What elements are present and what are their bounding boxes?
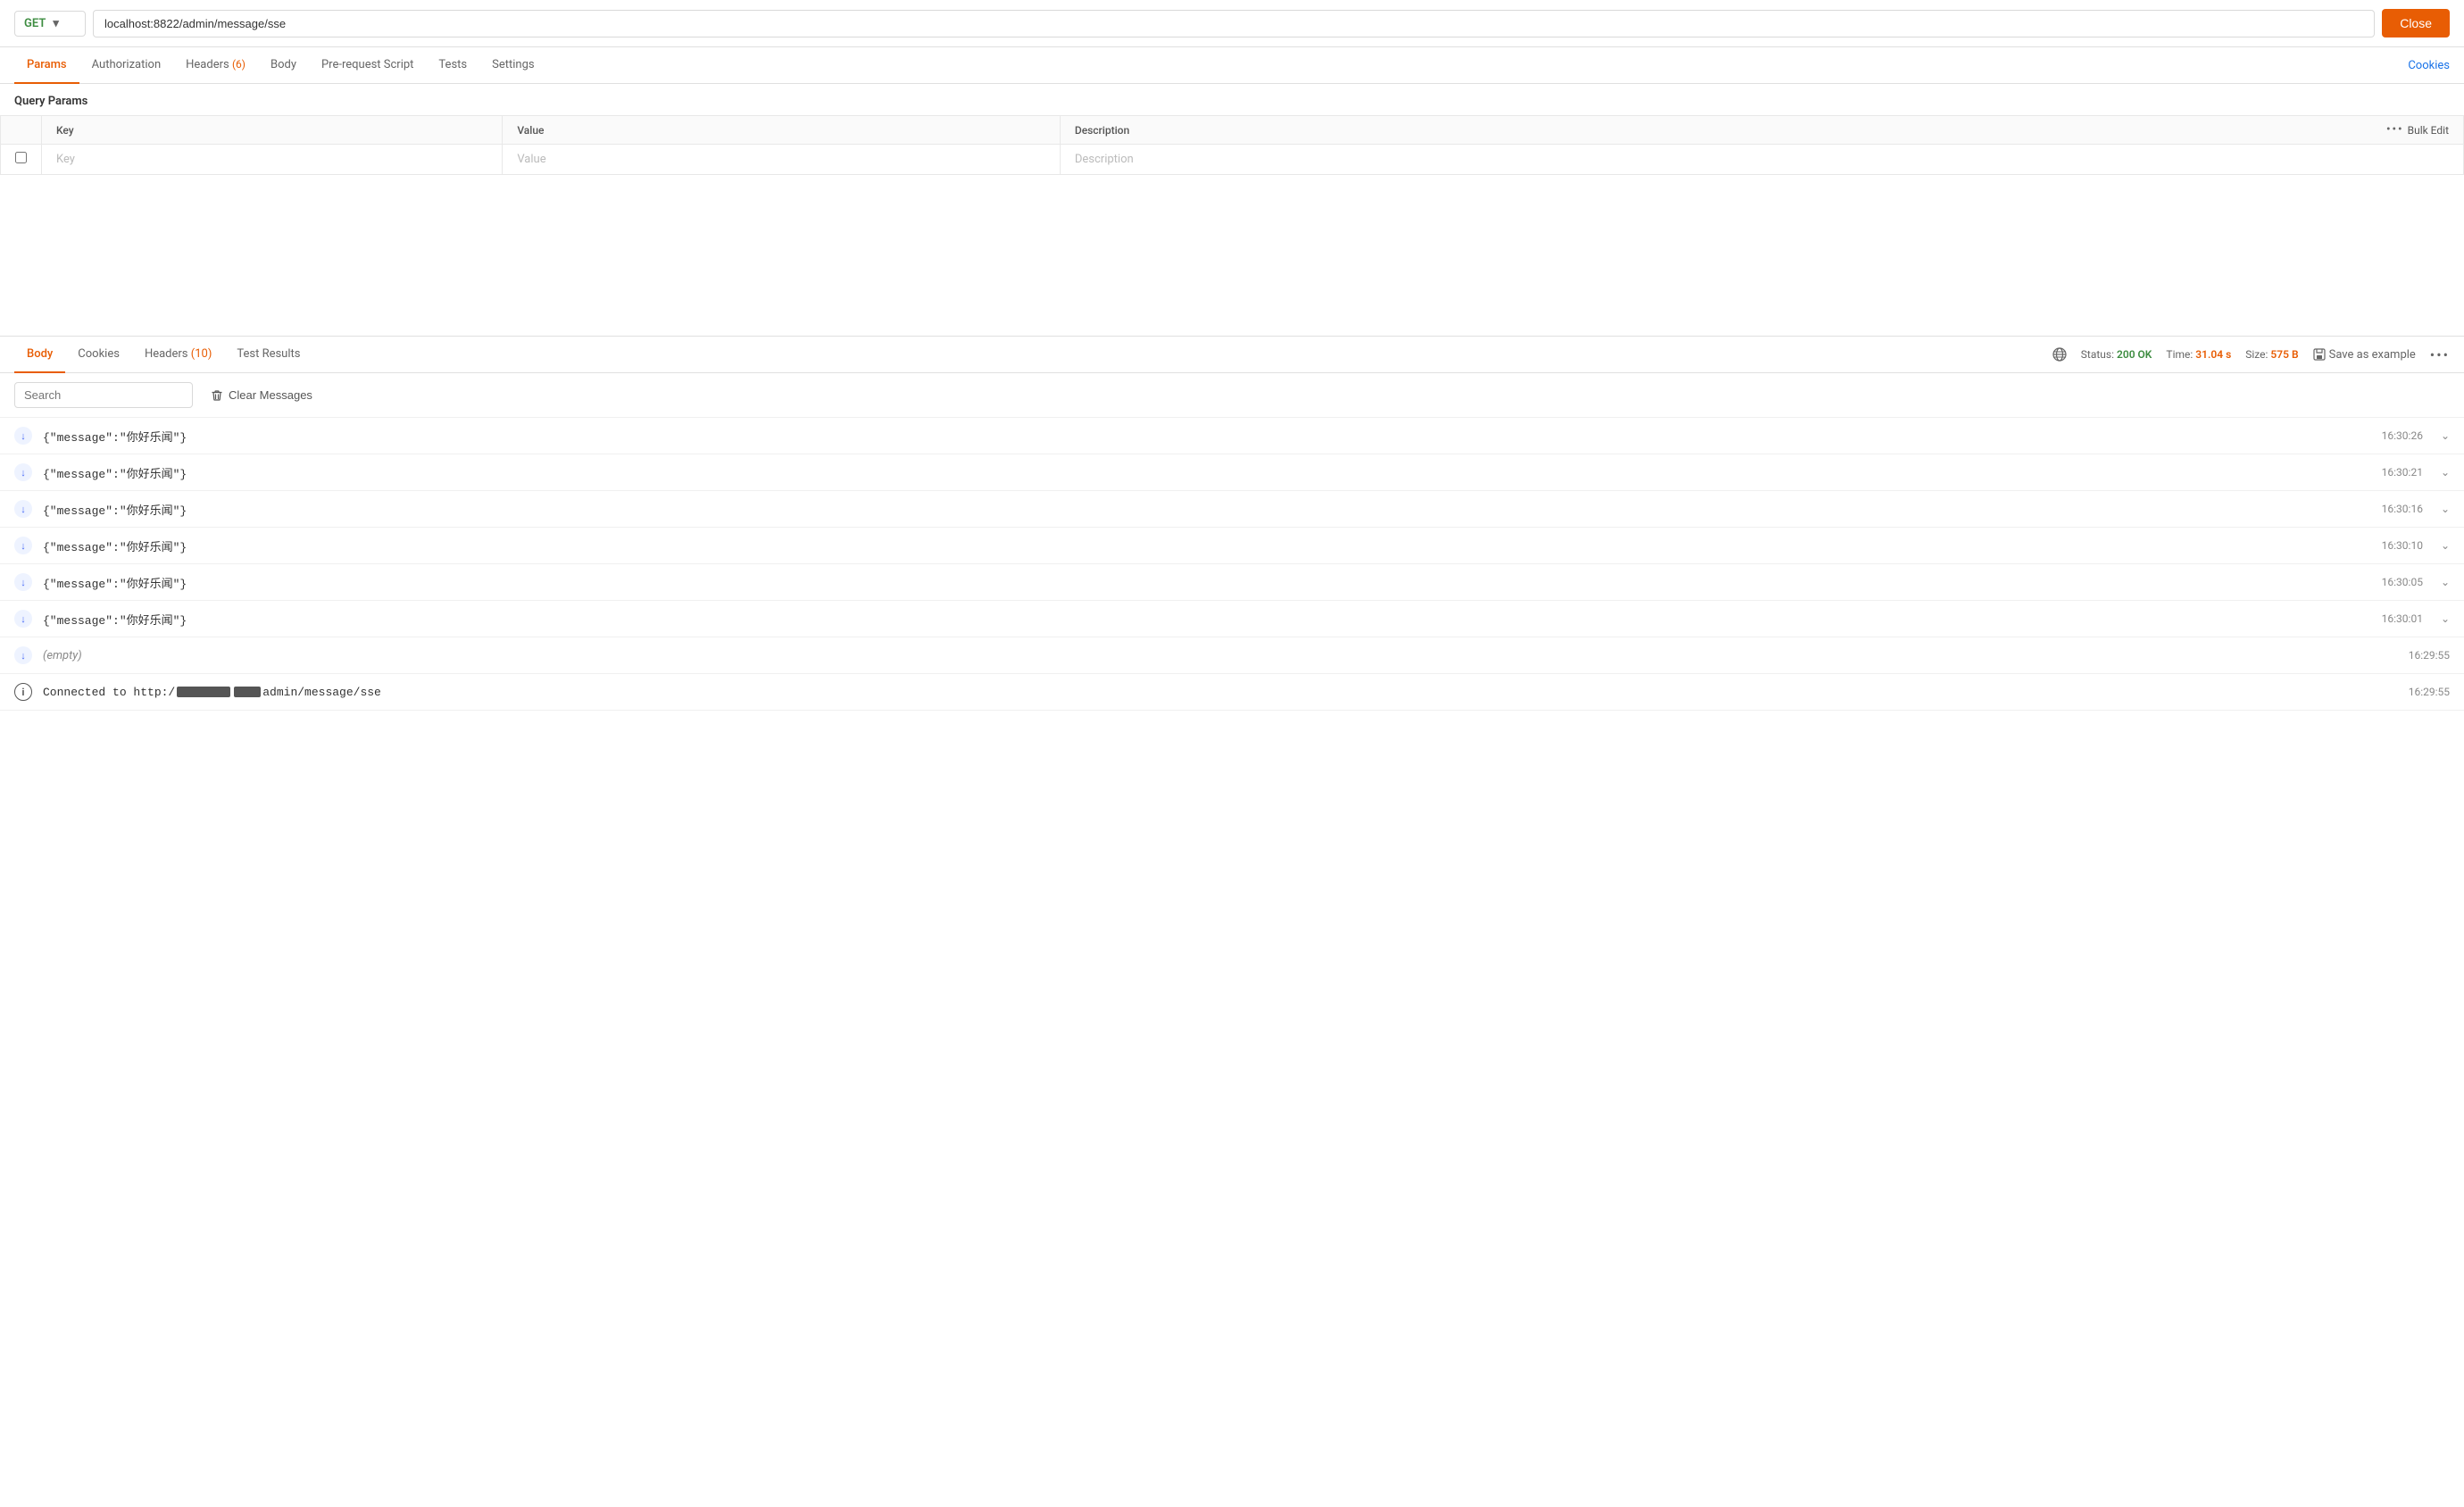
message-time: 16:30:05 [2382, 576, 2423, 588]
tab-headers[interactable]: Headers (6) [173, 47, 258, 84]
more-options-button[interactable]: ••• [2430, 346, 2450, 363]
key-input-cell[interactable]: Key [42, 145, 503, 175]
trash-icon [211, 389, 223, 402]
params-placeholder-row: Key Value Description [1, 145, 2464, 175]
expand-icon[interactable]: ⌄ [2441, 612, 2450, 625]
message-content: {"message":"你好乐闻"} [43, 537, 2371, 554]
status-label: Status: 200 OK [2081, 348, 2152, 361]
arrow-down-icon: ↓ [14, 573, 32, 591]
message-time: 16:30:21 [2382, 466, 2423, 479]
message-row: ↓ (empty) 16:29:55 [0, 637, 2464, 674]
url-input[interactable] [93, 10, 2375, 37]
response-tab-cookies[interactable]: Cookies [65, 337, 132, 373]
key-col-header: Key [42, 116, 503, 145]
tab-params[interactable]: Params [14, 47, 79, 84]
top-bar: GET ▾ Close [0, 0, 2464, 47]
time-label: Time: 31.04 s [2166, 348, 2231, 361]
expand-icon[interactable]: ⌄ [2441, 539, 2450, 552]
method-selector[interactable]: GET ▾ [14, 11, 86, 37]
search-input[interactable] [14, 382, 193, 408]
close-button[interactable]: Close [2382, 9, 2450, 37]
message-content: {"message":"你好乐闻"} [43, 464, 2371, 481]
message-row: ↓ {"message":"你好乐闻"} 16:30:01 ⌄ [0, 601, 2464, 637]
more-icon: ••• [2386, 123, 2404, 137]
message-row: ↓ {"message":"你好乐闻"} 16:30:26 ⌄ [0, 418, 2464, 454]
sse-controls: Clear Messages [0, 373, 2464, 418]
message-time: 16:30:26 [2382, 429, 2423, 442]
expand-icon[interactable]: ⌄ [2441, 503, 2450, 515]
globe-icon [2052, 347, 2067, 362]
response-meta: Status: 200 OK Time: 31.04 s Size: 575 B… [2052, 346, 2450, 363]
description-input-cell[interactable]: Description [1060, 145, 2463, 175]
response-tab-body[interactable]: Body [14, 337, 65, 373]
method-label: GET [24, 17, 46, 30]
message-content: {"message":"你好乐闻"} [43, 574, 2371, 591]
request-tabs: Params Authorization Headers (6) Body Pr… [0, 47, 2464, 84]
message-list: ↓ {"message":"你好乐闻"} 16:30:26 ⌄ ↓ {"mess… [0, 418, 2464, 711]
response-tabs: Body Cookies Headers (10) Test Results S… [0, 337, 2464, 373]
save-icon [2313, 348, 2326, 361]
expand-icon[interactable]: ⌄ [2441, 466, 2450, 479]
tab-body[interactable]: Body [258, 47, 309, 84]
message-time: 16:29:55 [2409, 686, 2450, 698]
params-table: Key Value Description ••• Bulk Edit Key … [0, 115, 2464, 175]
size-label: Size: 575 B [2245, 348, 2298, 361]
empty-space [0, 175, 2464, 336]
arrow-down-icon: ↓ [14, 463, 32, 481]
expand-icon[interactable]: ⌄ [2441, 429, 2450, 442]
info-icon: i [14, 683, 32, 701]
arrow-down-icon: ↓ [14, 537, 32, 554]
arrow-down-icon: ↓ [14, 610, 32, 628]
tab-prerequest[interactable]: Pre-request Script [309, 47, 426, 84]
connected-message-row: i Connected to http:/admin/message/sse 1… [0, 674, 2464, 711]
message-row: ↓ {"message":"你好乐闻"} 16:30:21 ⌄ [0, 454, 2464, 491]
tab-authorization[interactable]: Authorization [79, 47, 174, 84]
query-params-title: Query Params [0, 84, 2464, 115]
message-content: {"message":"你好乐闻"} [43, 501, 2371, 518]
message-time: 16:30:10 [2382, 539, 2423, 552]
message-row: ↓ {"message":"你好乐闻"} 16:30:10 ⌄ [0, 528, 2464, 564]
checkbox-col-header [1, 116, 42, 145]
bulk-edit-button[interactable]: Bulk Edit [2408, 124, 2449, 137]
tab-settings[interactable]: Settings [479, 47, 546, 84]
connected-text: Connected to http:/admin/message/sse [43, 686, 2398, 699]
description-col-header: Description ••• Bulk Edit [1060, 116, 2463, 145]
arrow-down-icon: ↓ [14, 646, 32, 664]
response-tab-headers[interactable]: Headers (10) [132, 337, 224, 373]
tab-tests[interactable]: Tests [426, 47, 479, 84]
message-row: ↓ {"message":"你好乐闻"} 16:30:16 ⌄ [0, 491, 2464, 528]
clear-messages-button[interactable]: Clear Messages [204, 383, 320, 407]
cookies-link[interactable]: Cookies [2408, 59, 2450, 72]
message-row: ↓ {"message":"你好乐闻"} 16:30:05 ⌄ [0, 564, 2464, 601]
message-content: (empty) [43, 649, 2398, 662]
chevron-down-icon: ▾ [53, 17, 59, 30]
response-section: Body Cookies Headers (10) Test Results S… [0, 336, 2464, 711]
message-time: 16:30:01 [2382, 612, 2423, 625]
message-content: {"message":"你好乐闻"} [43, 428, 2371, 445]
message-time: 16:30:16 [2382, 503, 2423, 515]
row-checkbox[interactable] [1, 145, 42, 175]
arrow-down-icon: ↓ [14, 500, 32, 518]
message-content: {"message":"你好乐闻"} [43, 611, 2371, 628]
expand-icon[interactable]: ⌄ [2441, 576, 2450, 588]
value-col-header: Value [503, 116, 1061, 145]
message-time: 16:29:55 [2409, 649, 2450, 662]
arrow-down-icon: ↓ [14, 427, 32, 445]
save-example-button[interactable]: Save as example [2313, 348, 2416, 362]
value-input-cell[interactable]: Value [503, 145, 1061, 175]
response-tab-test-results[interactable]: Test Results [224, 337, 312, 373]
